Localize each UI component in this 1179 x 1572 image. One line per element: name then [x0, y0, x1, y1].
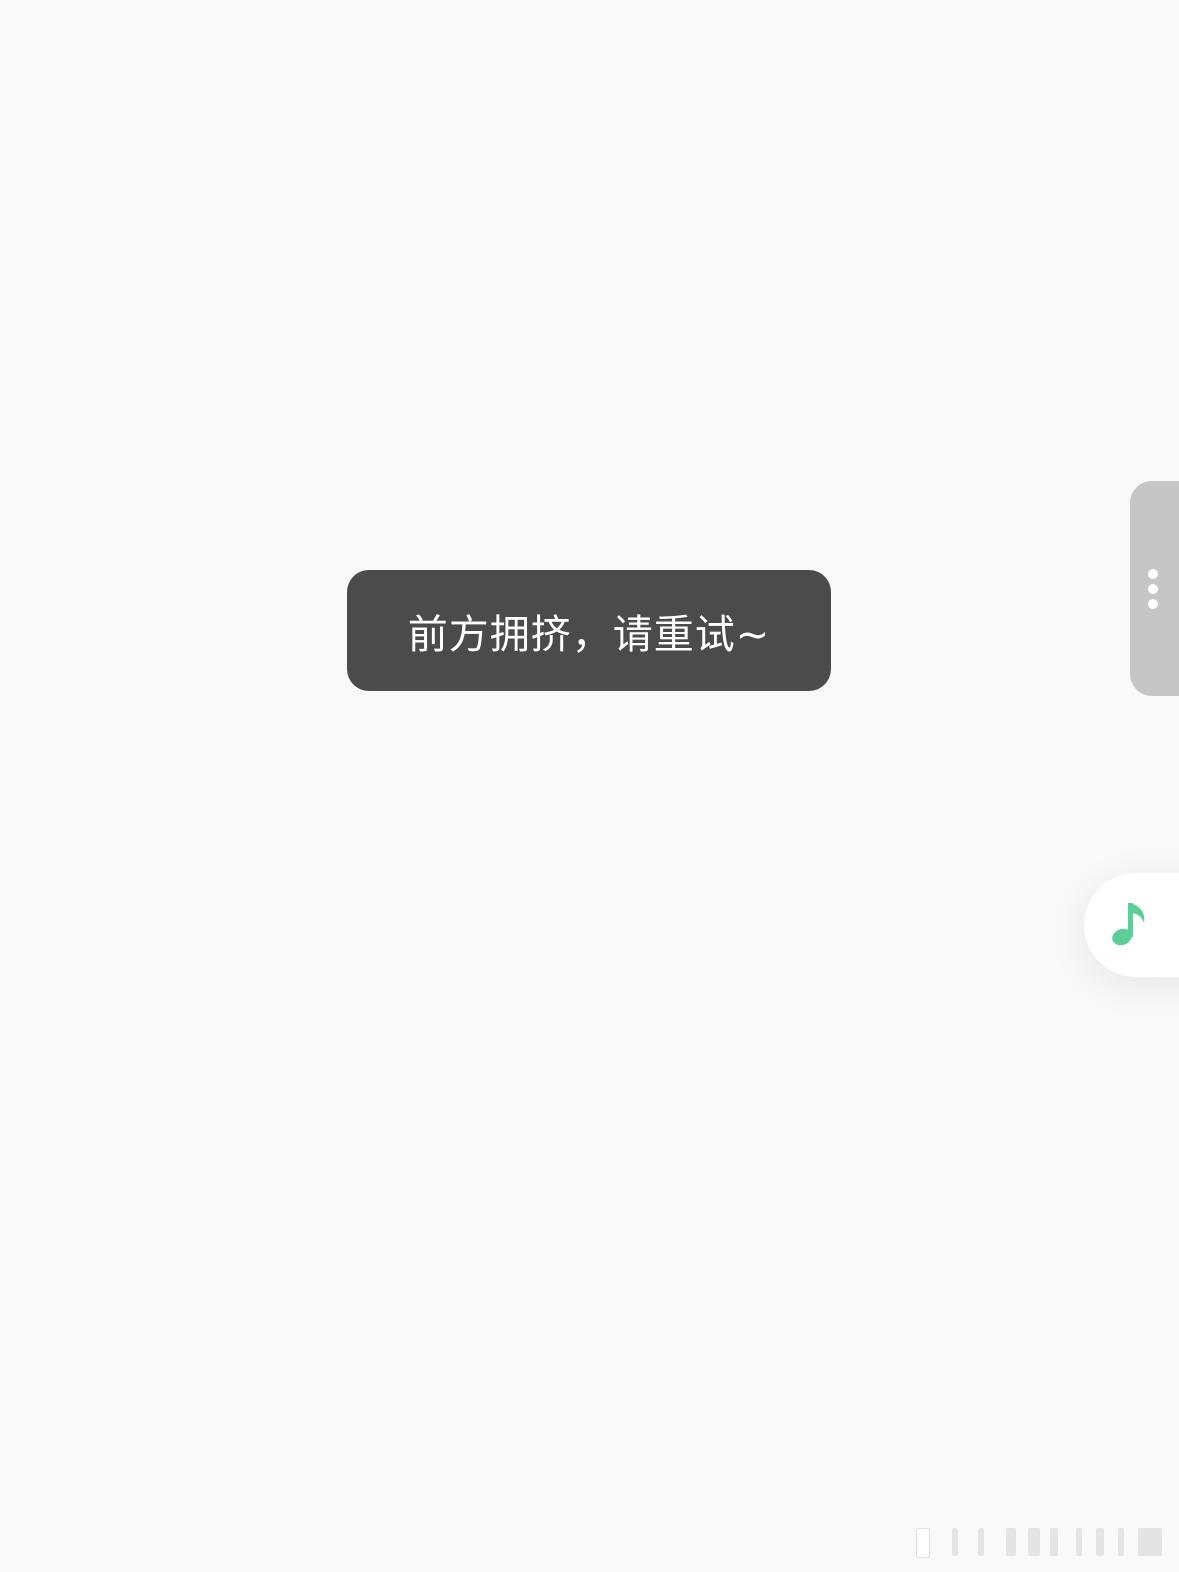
music-floating-button[interactable] [1084, 873, 1179, 977]
toast-message: 前方拥挤，请重试~ [347, 570, 831, 691]
nav-bar-segment [978, 1528, 984, 1556]
nav-bar-segment [916, 1528, 930, 1558]
more-vertical-icon-dot-middle [1148, 584, 1158, 594]
nav-bar-segment [1138, 1528, 1162, 1556]
nav-bar-segment [1096, 1528, 1104, 1556]
nav-bar-segment [1006, 1528, 1016, 1556]
more-vertical-icon-dot-top [1148, 569, 1158, 579]
nav-bar-segment [1050, 1528, 1058, 1556]
music-note-icon [1112, 903, 1145, 946]
toast-text: 前方拥挤，请重试~ [407, 611, 771, 658]
nav-bar-segment [952, 1528, 958, 1556]
more-vertical-icon-dot-bottom [1148, 599, 1158, 609]
nav-bar-segment [1076, 1528, 1082, 1556]
nav-bar-segment [1118, 1528, 1124, 1556]
side-panel-handle[interactable] [1130, 481, 1179, 696]
nav-bar-segment [1028, 1528, 1040, 1556]
screen: 前方拥挤，请重试~ [0, 0, 1179, 1572]
system-navigation-bar [916, 1524, 1166, 1558]
